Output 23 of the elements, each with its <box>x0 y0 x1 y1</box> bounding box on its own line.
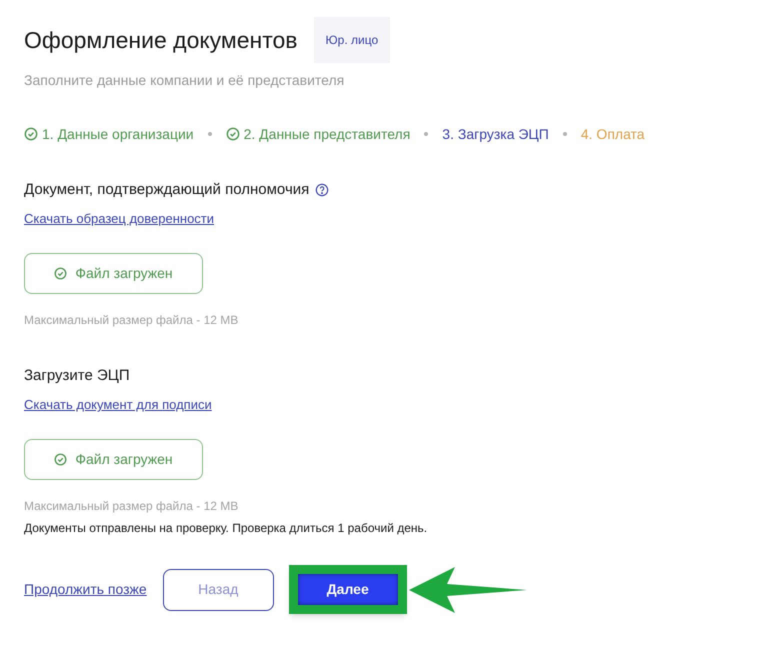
entity-tag: Юр. лицо <box>314 17 390 63</box>
page-title: Оформление документов <box>24 28 298 52</box>
check-circle-icon <box>24 127 38 141</box>
section-heading: Документ, подтверждающий полномочия <box>24 182 310 197</box>
help-icon[interactable] <box>315 182 330 196</box>
step-label: 2. Данные представителя <box>226 127 410 141</box>
step-label: 4. Оплата <box>580 127 645 141</box>
file-size-hint: Максимальный размер файла - 12 MB <box>24 500 240 512</box>
next-button[interactable]: Далее <box>298 574 398 605</box>
step-label: 3. Загрузка ЭЦП <box>442 127 549 141</box>
step-label: 1. Данные организации <box>24 127 194 141</box>
check-circle-icon <box>54 453 68 466</box>
upload-button[interactable]: Файл загружен <box>24 253 203 294</box>
check-circle-icon <box>54 267 68 280</box>
notice-text: Документы отправлены на проверку. Проверка длиться 1 рабочий день. <box>24 522 428 534</box>
download-link[interactable]: Скачать образец доверенности <box>24 212 214 225</box>
subtitle: Заполните данные компании и её представителя <box>24 73 346 87</box>
download-link[interactable]: Скачать документ для подписи <box>24 398 212 411</box>
upload-button[interactable]: Файл загружен <box>24 439 203 480</box>
check-circle-icon <box>226 127 240 141</box>
file-size-hint: Максимальный размер файла - 12 MB <box>24 314 240 326</box>
continue-later-link[interactable]: Продолжить позже <box>24 579 147 600</box>
section-heading: Загрузите ЭЦП <box>24 368 130 383</box>
